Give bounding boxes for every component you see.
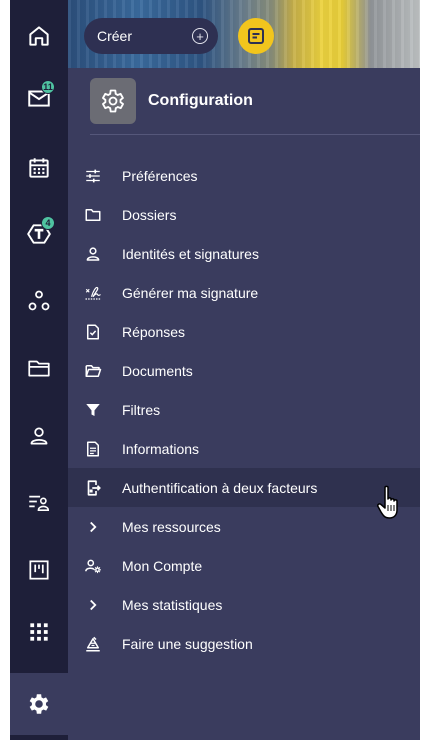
rail-item-home[interactable] xyxy=(10,12,68,60)
configuration-icon-box xyxy=(90,78,136,124)
folder-icon xyxy=(28,360,50,377)
menu-item-my-resources[interactable]: Mes ressources xyxy=(68,507,420,546)
menu-item-generate-signature[interactable]: Générer ma signature xyxy=(68,273,420,312)
menu-item-suggestion[interactable]: Faire une suggestion xyxy=(68,624,420,663)
rail-item-folders[interactable] xyxy=(10,344,68,392)
chevron-right-icon xyxy=(90,599,97,610)
rail-item-calendar[interactable] xyxy=(10,144,68,192)
menu-item-label: Faire une suggestion xyxy=(122,635,253,652)
person-gear-icon xyxy=(85,559,101,573)
menu-item-label: Authentification à deux facteurs xyxy=(122,479,318,496)
menu-item-folders[interactable]: Dossiers xyxy=(68,195,420,234)
rail-item-tasks[interactable] xyxy=(10,478,68,526)
rail-item-settings[interactable] xyxy=(10,673,68,735)
list-user-icon xyxy=(29,495,50,511)
contact-icon xyxy=(30,427,48,445)
rail-item-connections[interactable] xyxy=(10,277,68,325)
left-nav-rail: 11 4 xyxy=(10,0,68,740)
rail-item-apps[interactable] xyxy=(10,608,68,656)
plus-icon: + xyxy=(192,28,208,44)
filter-icon xyxy=(86,403,100,416)
configuration-menu: Préférences Dossiers Identités et signat… xyxy=(68,156,420,663)
board-icon xyxy=(29,560,49,580)
person-icon xyxy=(86,246,100,261)
rail-item-mail[interactable]: 11 xyxy=(10,74,68,122)
menu-item-label: Préférences xyxy=(122,167,198,184)
sticky-note-icon xyxy=(248,28,264,44)
menu-item-identities[interactable]: Identités et signatures xyxy=(68,234,420,273)
menu-item-label: Filtres xyxy=(122,401,161,418)
menu-item-label: Documents xyxy=(122,362,193,379)
menu-item-documents[interactable]: Documents xyxy=(68,351,420,390)
folder-open-icon xyxy=(85,364,102,377)
menu-item-label: Identités et signatures xyxy=(122,245,259,262)
doc-check-icon xyxy=(87,324,99,339)
mail-unread-badge: 11 xyxy=(41,80,55,94)
menu-item-my-account[interactable]: Mon Compte xyxy=(68,546,420,585)
panel-title: Configuration xyxy=(148,92,253,109)
calendar-icon xyxy=(29,158,49,178)
create-button-label: Créer xyxy=(97,28,133,44)
device-exit-icon xyxy=(87,479,101,496)
doc-lines-icon xyxy=(87,441,99,456)
menu-item-preferences[interactable]: Préférences xyxy=(68,156,420,195)
rail-item-board[interactable] xyxy=(10,546,68,594)
rail-item-t-app[interactable]: 4 xyxy=(10,210,68,258)
menu-item-label: Mes ressources xyxy=(122,518,221,535)
app-window: Créer + 11 4 Configuration Préférences D… xyxy=(10,0,420,740)
menu-item-label: Mon Compte xyxy=(122,557,203,574)
menu-item-label: Réponses xyxy=(122,323,186,340)
configuration-header: Configuration xyxy=(90,78,253,124)
gear-icon xyxy=(29,694,49,714)
menu-item-my-statistics[interactable]: Mes statistiques xyxy=(68,585,420,624)
menu-item-filters[interactable]: Filtres xyxy=(68,390,420,429)
signature-icon xyxy=(85,286,101,300)
menu-item-label: Dossiers xyxy=(122,206,177,223)
rail-item-contacts[interactable] xyxy=(10,412,68,460)
menu-item-two-factor-auth[interactable]: Authentification à deux facteurs xyxy=(68,468,420,507)
menu-item-responses[interactable]: Réponses xyxy=(68,312,420,351)
folder-outline-icon xyxy=(85,208,101,221)
t-app-badge: 4 xyxy=(41,216,55,230)
home-icon xyxy=(29,26,49,46)
chevron-right-icon xyxy=(90,521,97,532)
header-divider xyxy=(90,134,420,135)
sliders-icon xyxy=(86,169,100,182)
menu-item-label: Mes statistiques xyxy=(122,596,223,613)
sticky-note-button[interactable] xyxy=(238,18,274,54)
apps-grid-icon xyxy=(30,623,48,641)
menu-item-label: Informations xyxy=(122,440,200,457)
gear-outline-icon xyxy=(102,89,124,113)
menu-item-information[interactable]: Informations xyxy=(68,429,420,468)
menu-item-label: Générer ma signature xyxy=(122,284,259,301)
connections-icon xyxy=(28,290,50,311)
create-button[interactable]: Créer + xyxy=(84,18,218,54)
suggestion-icon xyxy=(86,636,100,651)
